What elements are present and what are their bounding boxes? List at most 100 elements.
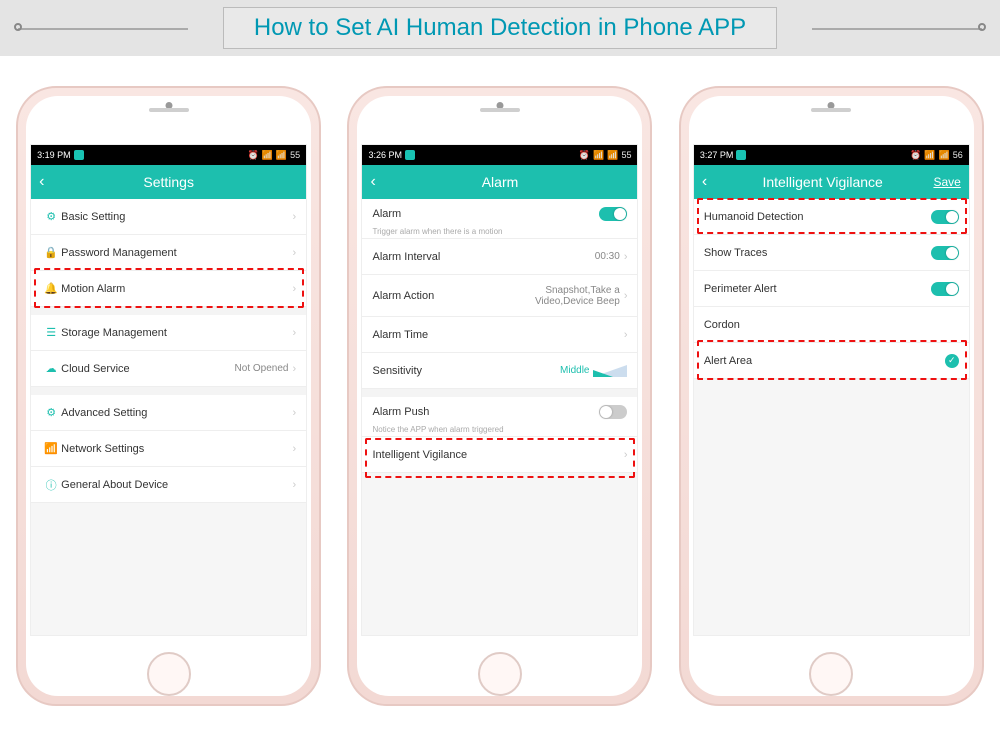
- row-label: Alarm Push: [372, 406, 599, 418]
- phone-speaker: [149, 108, 189, 112]
- row-subtext: Notice the APP when alarm triggered: [372, 425, 503, 434]
- row-alarm-interval[interactable]: Alarm Interval 00:30 ›: [362, 239, 637, 275]
- row-alarm-toggle[interactable]: Alarm Trigger alarm when there is a moti…: [362, 199, 637, 239]
- row-perimeter-alert[interactable]: Perimeter Alert: [694, 271, 969, 307]
- row-value: 00:30: [595, 251, 620, 262]
- tutorial-title: How to Set AI Human Detection in Phone A…: [223, 7, 777, 49]
- app-indicator-icon: [74, 150, 84, 160]
- row-password-management[interactable]: 🔒 Password Management ›: [31, 235, 306, 271]
- lock-icon: 🔒: [41, 246, 61, 259]
- row-value: Not Opened: [235, 363, 289, 374]
- battery-icon: 56: [953, 150, 963, 160]
- save-button[interactable]: Save: [933, 175, 960, 189]
- row-advanced-setting[interactable]: ⚙ Advanced Setting ›: [31, 395, 306, 431]
- chevron-right-icon: ›: [620, 290, 628, 302]
- row-sensitivity[interactable]: Sensitivity Middle: [362, 353, 637, 389]
- back-icon[interactable]: ‹: [39, 173, 49, 191]
- row-storage-management[interactable]: ☰ Storage Management ›: [31, 315, 306, 351]
- row-alarm-action[interactable]: Alarm Action Snapshot,Take a Video,Devic…: [362, 275, 637, 317]
- back-icon[interactable]: ‹: [370, 173, 380, 191]
- status-bar: 3:19 PM ⏰ 📶 📶 55: [31, 145, 306, 165]
- status-bar: 3:27 PM ⏰ 📶 📶 56: [694, 145, 969, 165]
- connector-line-right: [812, 28, 982, 30]
- row-label: Cloud Service: [61, 363, 234, 375]
- toggle-alarm[interactable]: [599, 207, 627, 221]
- vigilance-list: Humanoid Detection Show Traces Perimeter…: [694, 199, 969, 379]
- row-humanoid-detection[interactable]: Humanoid Detection: [694, 199, 969, 235]
- chevron-right-icon: ›: [288, 407, 296, 419]
- phone-frame-3: 3:27 PM ⏰ 📶 📶 56 ‹ Intelligent Vigilance…: [679, 86, 984, 706]
- row-label: Cordon: [704, 319, 959, 331]
- row-label: Storage Management: [61, 327, 288, 339]
- chevron-right-icon: ›: [620, 329, 628, 341]
- wifi-icon: 📶: [276, 150, 287, 161]
- alarm-clock-icon: ⏰: [247, 150, 258, 161]
- back-icon[interactable]: ‹: [702, 173, 712, 191]
- home-button[interactable]: [478, 652, 522, 696]
- phone-speaker: [811, 108, 851, 112]
- storage-icon: ☰: [41, 326, 61, 339]
- screen-alarm: 3:26 PM ⏰ 📶 📶 55 ‹ Alarm: [361, 144, 638, 636]
- row-cloud-service[interactable]: ☁ Cloud Service Not Opened ›: [31, 351, 306, 387]
- row-label: Intelligent Vigilance: [372, 449, 619, 461]
- row-value: Middle: [560, 365, 589, 376]
- home-button[interactable]: [147, 652, 191, 696]
- home-button[interactable]: [809, 652, 853, 696]
- status-time: 3:27 PM: [700, 150, 734, 160]
- header-title: Intelligent Vigilance: [712, 174, 934, 190]
- connector-line-left: [18, 28, 188, 30]
- row-label: Alarm Action: [372, 290, 489, 302]
- chevron-right-icon: ›: [288, 247, 296, 259]
- cloud-icon: ☁: [41, 362, 61, 375]
- row-general-about[interactable]: ⓘ General About Device ›: [31, 467, 306, 503]
- row-network-settings[interactable]: 📶 Network Settings ›: [31, 431, 306, 467]
- row-label: Perimeter Alert: [704, 283, 931, 295]
- app-indicator-icon: [405, 150, 415, 160]
- row-basic-setting[interactable]: ⚙ Basic Setting ›: [31, 199, 306, 235]
- wifi-icon: 📶: [939, 150, 950, 161]
- row-label: Show Traces: [704, 247, 931, 259]
- row-label: Sensitivity: [372, 365, 560, 377]
- row-label: Humanoid Detection: [704, 211, 931, 223]
- signal-icon: 📶: [924, 150, 935, 161]
- wifi-icon: 📶: [607, 150, 618, 161]
- row-alarm-time[interactable]: Alarm Time ›: [362, 317, 637, 353]
- row-motion-alarm[interactable]: 🔔 Motion Alarm ›: [31, 271, 306, 307]
- phone-frame-2: 3:26 PM ⏰ 📶 📶 55 ‹ Alarm: [347, 86, 652, 706]
- header-title: Settings: [49, 174, 288, 190]
- row-label: Advanced Setting: [61, 407, 288, 419]
- row-alert-area[interactable]: Alert Area ✓: [694, 343, 969, 379]
- app-indicator-icon: [736, 150, 746, 160]
- screen-settings: 3:19 PM ⏰ 📶 📶 55 ‹ Settings: [30, 144, 307, 636]
- app-header-vigilance: ‹ Intelligent Vigilance Save: [694, 165, 969, 199]
- chevron-right-icon: ›: [620, 449, 628, 461]
- status-time: 3:19 PM: [37, 150, 71, 160]
- alarm-clock-icon: ⏰: [910, 150, 921, 161]
- row-intelligent-vigilance[interactable]: Intelligent Vigilance ›: [362, 437, 637, 473]
- status-bar: 3:26 PM ⏰ 📶 📶 55: [362, 145, 637, 165]
- battery-icon: 55: [290, 150, 300, 160]
- app-header-settings: ‹ Settings: [31, 165, 306, 199]
- sliders-icon: ⚙: [41, 406, 61, 419]
- check-icon: ✓: [945, 354, 959, 368]
- row-label: Network Settings: [61, 443, 288, 455]
- signal-icon: 📶: [593, 150, 604, 161]
- chevron-right-icon: ›: [288, 479, 296, 491]
- phone-frame-1: 3:19 PM ⏰ 📶 📶 55 ‹ Settings: [16, 86, 321, 706]
- row-alarm-push[interactable]: Alarm Push Notice the APP when alarm tri…: [362, 397, 637, 437]
- row-show-traces[interactable]: Show Traces: [694, 235, 969, 271]
- chevron-right-icon: ›: [288, 363, 296, 375]
- chevron-right-icon: ›: [288, 211, 296, 223]
- row-label: Password Management: [61, 247, 288, 259]
- phone-speaker: [480, 108, 520, 112]
- row-value: Snapshot,Take a Video,Device Beep: [490, 285, 620, 307]
- chevron-right-icon: ›: [288, 283, 296, 295]
- toggle-perimeter[interactable]: [931, 282, 959, 296]
- toggle-traces[interactable]: [931, 246, 959, 260]
- toggle-humanoid[interactable]: [931, 210, 959, 224]
- row-subtext: Trigger alarm when there is a motion: [372, 227, 502, 236]
- row-cordon[interactable]: Cordon: [694, 307, 969, 343]
- toggle-alarm-push[interactable]: [599, 405, 627, 419]
- row-label: Alert Area: [704, 355, 945, 367]
- wifi-icon: 📶: [41, 442, 61, 455]
